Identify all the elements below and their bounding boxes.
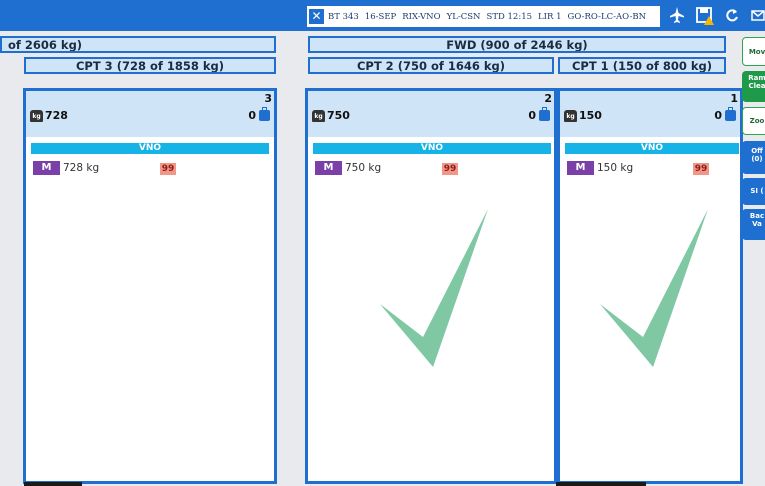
bag-icon	[725, 107, 736, 121]
checkmark-icon	[380, 209, 488, 367]
bag-icon	[539, 107, 550, 121]
bag-count: 0	[714, 107, 736, 122]
checkmark-icon	[600, 209, 708, 367]
compartment-panel-cpt3[interactable]: 3 kg 728 0 VNO M 728 kg 99	[23, 88, 277, 484]
weight-icon: kg	[564, 109, 577, 122]
offload-button[interactable]: Off (0)	[742, 141, 765, 174]
uld-type-badge: M	[33, 161, 60, 175]
flight-info-bar: ✕ BT 343 16-SEP RIX-VNO YL-CSN STD 12:15…	[307, 6, 660, 27]
move-button[interactable]: Mov	[742, 37, 765, 66]
uld-weight: 728 kg	[63, 162, 100, 174]
lir-number: LIR 1	[538, 11, 562, 22]
compartment-weight: kg 150	[564, 109, 602, 122]
weight-icon: kg	[30, 109, 43, 122]
compartment-number: 2	[544, 92, 552, 105]
compartment-weight: kg 750	[312, 109, 350, 122]
uld-type-badge: M	[315, 161, 342, 175]
flight-number: BT 343	[328, 11, 359, 22]
uld-weight: 150 kg	[597, 162, 634, 174]
close-flight-button[interactable]: ✕	[309, 9, 324, 24]
uld-weight: 750 kg	[345, 162, 382, 174]
uld-item[interactable]: M 150 kg	[567, 161, 633, 175]
flight-route: RIX-VNO	[402, 11, 441, 22]
fwd-hold-header: FWD (900 of 2446 kg)	[308, 36, 726, 53]
zoom-button[interactable]: Zoo	[742, 107, 765, 135]
refresh-icon[interactable]	[725, 6, 739, 29]
cpt3-header: CPT 3 (728 of 1858 kg)	[24, 57, 276, 74]
priority-badge: 99	[442, 163, 458, 175]
bag-icon	[259, 107, 270, 121]
compartment-number: 3	[264, 92, 272, 105]
bag-validation-button[interactable]: Bac Va	[742, 209, 765, 240]
destination-bar: VNO	[31, 143, 269, 154]
mail-icon[interactable]	[751, 6, 765, 29]
scroll-indicator	[556, 482, 646, 486]
flight-date: 16-SEP	[364, 11, 397, 22]
si-button[interactable]: SI (	[742, 178, 765, 205]
cpt2-header: CPT 2 (750 of 1646 kg)	[308, 57, 554, 74]
scheduled-departure: STD 12:15	[486, 11, 533, 22]
uld-type-badge: M	[567, 161, 594, 175]
priority-badge: 99	[160, 163, 176, 175]
uld-item[interactable]: M 750 kg	[315, 161, 381, 175]
priority-badge: 99	[693, 163, 709, 175]
compartment-panel-cpt2[interactable]: 2 kg 750 0 VNO M 750 kg 99	[305, 88, 557, 484]
bag-count: 0	[248, 107, 270, 122]
aft-hold-header: of 2606 kg)	[0, 36, 276, 53]
cpt1-header: CPT 1 (150 of 800 kg)	[558, 57, 726, 74]
save-warning-icon[interactable]	[696, 6, 716, 31]
ramp-clear-button[interactable]: Ram Clea	[742, 71, 765, 102]
status-codes: GO-RO-LC-AO-BN	[567, 11, 647, 22]
destination-bar: VNO	[313, 143, 551, 154]
compartment-number: 1	[730, 92, 738, 105]
compartment-weight: kg 728	[30, 109, 68, 122]
aircraft-registration: YL-CSN	[446, 11, 481, 22]
scroll-indicator	[24, 482, 82, 486]
destination-bar: VNO	[565, 143, 739, 154]
compartment-panel-cpt1[interactable]: 1 kg 150 0 VNO M 150 kg 99	[557, 88, 743, 484]
weight-icon: kg	[312, 109, 325, 122]
uld-item[interactable]: M 728 kg	[33, 161, 99, 175]
bag-count: 0	[528, 107, 550, 122]
airplane-icon[interactable]	[669, 6, 685, 29]
